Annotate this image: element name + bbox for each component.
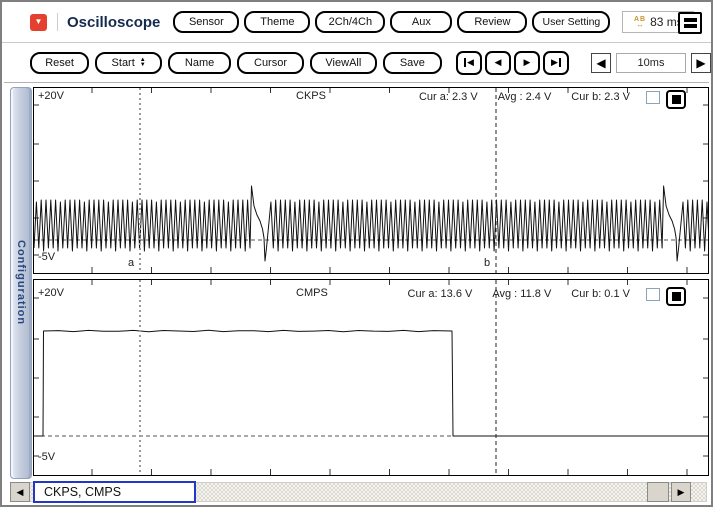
bar-icon (464, 58, 467, 67)
right-triangle-icon: ▶ (677, 486, 685, 497)
scrollbar-thumb[interactable] (647, 482, 669, 502)
configuration-tab[interactable]: Configuration (10, 87, 32, 479)
menu-button[interactable] (678, 12, 702, 34)
ch2-top-voltage: +20V (38, 287, 64, 299)
viewall-button[interactable]: ViewAll (309, 51, 377, 74)
ch1-bottom-voltage: -5V (38, 251, 56, 263)
filled-square-icon (671, 95, 681, 104)
main-separator (4, 82, 709, 83)
ch1-name: CKPS (296, 90, 326, 102)
right-triangle-icon: ▶ (696, 55, 706, 70)
ch1-average-value: Avg : 2.4 V (497, 91, 552, 103)
ch1-readouts: Cur a: 2.3 V Avg : 2.4 V Cur b: 2.3 V (419, 91, 630, 103)
cursor-a-label: a (128, 257, 135, 269)
reset-button[interactable]: Reset (30, 51, 90, 74)
left-triangle-icon: ◀ (494, 57, 502, 67)
oscilloscope-window: ▼ Oscilloscope Sensor Theme 2Ch/4Ch Aux … (0, 0, 713, 507)
save-button[interactable]: Save (382, 51, 442, 74)
ab-cursor-icon: AB ↔ (633, 16, 647, 29)
bar-icon (558, 58, 561, 67)
app-icon[interactable]: ▼ (30, 13, 47, 31)
scope-panel-ch2: +20V CMPS Cur a: 13.6 V Avg : 11.8 V Cur… (33, 279, 709, 476)
review-button[interactable]: Review (457, 11, 528, 33)
ch2-bottom-voltage: -5V (38, 451, 56, 463)
channel-names-label: CKPS, CMPS (33, 481, 196, 503)
step-back-button[interactable]: ◀ (485, 50, 511, 75)
app-title: Oscilloscope (67, 13, 161, 31)
ch2-readouts: Cur a: 13.6 V Avg : 11.8 V Cur b: 0.1 V (408, 288, 630, 300)
channel-mode-button[interactable]: 2Ch/4Ch (315, 11, 386, 33)
scroll-left-button[interactable]: ◀ (10, 482, 30, 502)
ch2-enable-button[interactable] (666, 287, 686, 306)
ch1-cursor-b-value: Cur b: 2.3 V (571, 91, 630, 103)
name-button[interactable]: Name (168, 51, 232, 74)
aux-button[interactable]: Aux (390, 11, 453, 33)
filled-square-icon (671, 292, 681, 301)
down-triangle-icon: ▼ (34, 17, 43, 26)
scope-panel-ch1: +20V CKPS Cur a: 2.3 V Avg : 2.4 V Cur b… (33, 87, 709, 274)
timebase-increase-button[interactable]: ▶ (691, 52, 711, 73)
right-triangle-icon: ▶ (551, 57, 558, 67)
title-bar: ▼ Oscilloscope Sensor Theme 2Ch/4Ch Aux … (2, 2, 711, 43)
start-button[interactable]: Start ▲ ▼ (95, 51, 163, 74)
timebase-decrease-button[interactable]: ◀ (591, 52, 611, 73)
left-triangle-icon: ◀ (596, 55, 606, 70)
left-triangle-icon: ◀ (16, 486, 24, 497)
menu-icon (683, 24, 697, 28)
ch1-cursor-a-value: Cur a: 2.3 V (418, 91, 478, 103)
playback-controls: ◀ ◀ ▶ ▶ (456, 50, 569, 75)
left-triangle-icon: ◀ (467, 57, 474, 67)
ch2-cursor-b-value: Cur b: 0.1 V (571, 288, 630, 300)
skip-start-button[interactable]: ◀ (456, 50, 482, 75)
start-spinner-icon[interactable]: ▲ ▼ (140, 57, 146, 68)
cursor-button[interactable]: Cursor (237, 51, 304, 74)
bottom-scrollbar: ◀ CKPS, CMPS ▶ (4, 480, 709, 505)
ch2-cursor-a-value: Cur a: 13.6 V (407, 288, 473, 300)
menu-icon (683, 18, 697, 22)
timebase-control: ◀ 10ms ▶ (591, 52, 711, 73)
cursor-b-label: b (484, 257, 491, 269)
ch2-average-value: Avg : 11.8 V (492, 288, 552, 300)
step-forward-button[interactable]: ▶ (514, 50, 540, 75)
sensor-button[interactable]: Sensor (173, 11, 240, 33)
ch2-name: CMPS (296, 287, 328, 299)
scroll-right-button[interactable]: ▶ (671, 482, 691, 502)
theme-button[interactable]: Theme (244, 11, 311, 33)
waveform-plot-ch2[interactable] (34, 280, 708, 475)
toolbar: Reset Start ▲ ▼ Name Cursor ViewAll Save … (2, 44, 711, 81)
titlebar-buttons: Sensor Theme 2Ch/4Ch Aux Review User Set… (173, 11, 611, 33)
right-triangle-icon: ▶ (523, 57, 531, 67)
ch1-top-voltage: +20V (38, 90, 64, 102)
ch2-checkbox[interactable] (646, 288, 660, 301)
ch1-enable-button[interactable] (666, 90, 686, 109)
timebase-value: 10ms (616, 52, 686, 73)
configuration-tab-label: Configuration (15, 240, 27, 326)
skip-end-button[interactable]: ▶ (543, 50, 569, 75)
waveform-plot-ch1[interactable] (34, 88, 708, 273)
title-divider (57, 13, 58, 31)
user-setting-button[interactable]: User Setting (532, 11, 611, 33)
ch1-checkbox[interactable] (646, 91, 660, 104)
